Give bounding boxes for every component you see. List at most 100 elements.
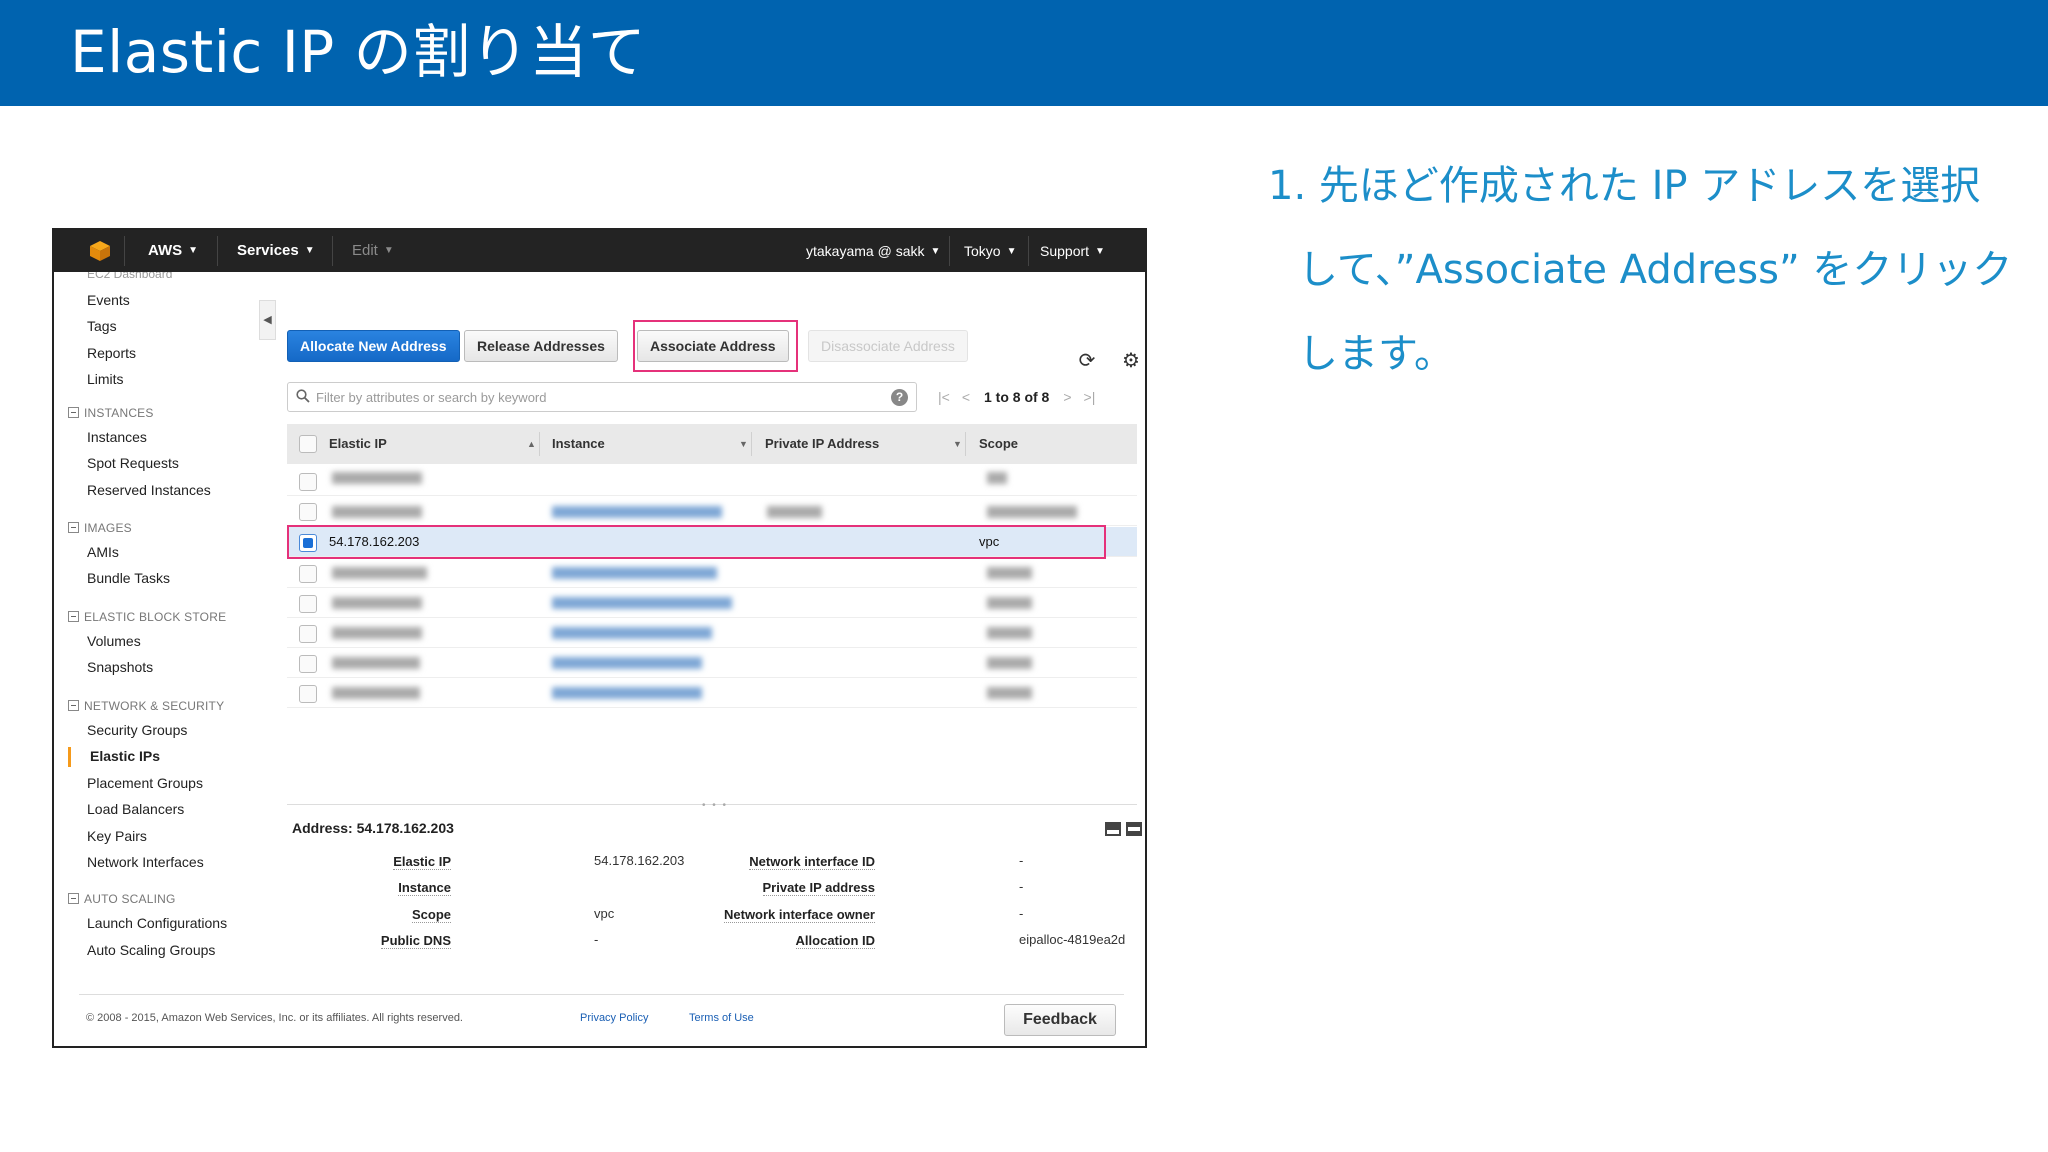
last-page-icon[interactable]: >|: [1084, 382, 1096, 412]
chevron-down-icon: ▼: [188, 245, 199, 257]
instruction-text: 1. 先ほど作成された IP アドレスを選択 して、”Associate Add…: [1268, 144, 2038, 396]
slide-header: Elastic IP の割り当て: [0, 0, 2048, 106]
row-checkbox[interactable]: [299, 503, 317, 521]
sidebar-item-reserved-instances[interactable]: Reserved Instances: [87, 482, 211, 498]
row-checkbox[interactable]: [299, 473, 317, 491]
sidebar-item-ec2-dashboard[interactable]: EC2 Dashboard: [87, 272, 172, 280]
sort-icon[interactable]: ▼: [953, 424, 962, 464]
detail-label: Network interface owner: [724, 907, 875, 923]
redacted-value: [987, 506, 1077, 518]
sidebar-item-reports[interactable]: Reports: [87, 345, 136, 361]
sidebar-item-load-balancers[interactable]: Load Balancers: [87, 801, 184, 817]
search-help-icon[interactable]: ?: [891, 389, 908, 406]
user-menu-label: ytakayama @ sakk: [806, 243, 925, 259]
sidebar-item-snapshots[interactable]: Snapshots: [87, 659, 153, 675]
sidebar-section-network-security[interactable]: NETWORK & SECURITY: [68, 699, 224, 713]
collapse-icon: [68, 522, 79, 533]
table-row[interactable]: [287, 588, 1137, 618]
services-menu[interactable]: Services ▼: [237, 230, 315, 272]
user-menu[interactable]: ytakayama @ sakk ▼: [806, 230, 940, 273]
copyright-text: © 2008 - 2015, Amazon Web Services, Inc.…: [86, 1012, 463, 1024]
table-row[interactable]: [287, 466, 1137, 496]
sidebar-section-images[interactable]: IMAGES: [68, 521, 132, 535]
sidebar-item-limits[interactable]: Limits: [87, 371, 124, 387]
row-checkbox[interactable]: [299, 625, 317, 643]
sidebar-collapse-toggle[interactable]: ◀: [259, 300, 276, 340]
prev-page-icon[interactable]: <: [962, 382, 970, 412]
selected-row-highlight-box: [287, 525, 1106, 559]
region-menu[interactable]: Tokyo ▼: [964, 230, 1016, 273]
detail-value: -: [594, 932, 599, 947]
sidebar-item-bundle-tasks[interactable]: Bundle Tasks: [87, 570, 170, 586]
sort-asc-icon[interactable]: ▲: [527, 424, 536, 464]
redacted-value: [552, 657, 702, 669]
privacy-policy-link[interactable]: Privacy Policy: [580, 1012, 648, 1024]
sidebar-item-network-interfaces[interactable]: Network Interfaces: [87, 854, 204, 870]
column-private-ip[interactable]: Private IP Address: [765, 424, 879, 464]
section-title: INSTANCES: [84, 406, 154, 420]
release-addresses-button[interactable]: Release Addresses: [464, 330, 618, 362]
sidebar-item-elastic-ips[interactable]: Elastic IPs: [90, 748, 160, 764]
sidebar-item-launch-configurations[interactable]: Launch Configurations: [87, 915, 227, 931]
row-checkbox[interactable]: [299, 595, 317, 613]
next-page-icon[interactable]: >: [1063, 382, 1071, 412]
table-row[interactable]: [287, 618, 1137, 648]
column-elastic-ip[interactable]: Elastic IP: [329, 424, 387, 464]
search-box[interactable]: ?: [287, 382, 917, 412]
pagination: |< <1 to 8 of 8 > >|: [932, 382, 1101, 412]
column-scope[interactable]: Scope: [979, 424, 1018, 464]
row-checkbox[interactable]: [299, 565, 317, 583]
sidebar-item-tags[interactable]: Tags: [87, 318, 117, 334]
nav-divider: [949, 236, 950, 266]
sort-icon[interactable]: ▼: [739, 424, 748, 464]
table-row[interactable]: [287, 496, 1137, 526]
sidebar-item-volumes[interactable]: Volumes: [87, 633, 141, 649]
gear-icon[interactable]: ⚙: [1120, 350, 1142, 372]
aws-cube-icon[interactable]: [88, 239, 112, 263]
detail-label: Scope: [411, 907, 451, 923]
detail-label: Private IP address: [762, 880, 875, 896]
aws-menu[interactable]: AWS ▼: [148, 230, 198, 272]
feedback-button[interactable]: Feedback: [1004, 1004, 1116, 1036]
section-title: AUTO SCALING: [84, 892, 176, 906]
row-checkbox[interactable]: [299, 685, 317, 703]
detail-label: Elastic IP: [393, 854, 451, 870]
edit-menu[interactable]: Edit ▼: [352, 230, 394, 272]
active-indicator: [68, 747, 71, 767]
redacted-value: [552, 627, 712, 639]
chevron-down-icon: ▼: [383, 245, 394, 257]
row-checkbox[interactable]: [299, 655, 317, 673]
sidebar-section-ebs[interactable]: ELASTIC BLOCK STORE: [68, 610, 226, 624]
disassociate-address-button[interactable]: Disassociate Address: [808, 330, 968, 362]
select-all-checkbox[interactable]: [299, 435, 317, 453]
sidebar-item-key-pairs[interactable]: Key Pairs: [87, 828, 147, 844]
terms-of-use-link[interactable]: Terms of Use: [689, 1012, 754, 1024]
first-page-icon[interactable]: |<: [938, 382, 950, 412]
redacted-value: [552, 506, 722, 518]
sidebar-item-auto-scaling-groups[interactable]: Auto Scaling Groups: [87, 942, 215, 958]
sidebar-item-events[interactable]: Events: [87, 292, 130, 308]
detail-label: Network interface ID: [749, 854, 875, 870]
pane-layout-split-icon[interactable]: [1126, 822, 1142, 836]
sidebar-item-security-groups[interactable]: Security Groups: [87, 722, 187, 738]
detail-title: Address: 54.178.162.203: [292, 820, 454, 836]
sidebar-item-placement-groups[interactable]: Placement Groups: [87, 775, 203, 791]
refresh-icon[interactable]: ⟳: [1076, 350, 1098, 372]
sidebar: EC2 Dashboard Events Tags Reports Limits…: [54, 272, 276, 992]
sidebar-item-spot-requests[interactable]: Spot Requests: [87, 455, 179, 471]
table-row[interactable]: [287, 678, 1137, 708]
allocate-new-address-button[interactable]: Allocate New Address: [287, 330, 460, 362]
support-menu[interactable]: Support ▼: [1040, 230, 1105, 273]
column-instance[interactable]: Instance: [552, 424, 605, 464]
sidebar-section-auto-scaling[interactable]: AUTO SCALING: [68, 892, 176, 906]
resize-grip-icon[interactable]: • • •: [702, 800, 728, 811]
sidebar-item-instances[interactable]: Instances: [87, 429, 147, 445]
sidebar-item-amis[interactable]: AMIs: [87, 544, 119, 560]
table-row[interactable]: [287, 648, 1137, 678]
table-row[interactable]: [287, 558, 1137, 588]
search-input[interactable]: [316, 386, 876, 408]
instruction-line: します。: [1298, 331, 1454, 377]
pane-layout-bottom-icon[interactable]: [1105, 822, 1121, 836]
nav-divider: [332, 236, 333, 266]
sidebar-section-instances[interactable]: INSTANCES: [68, 406, 154, 420]
